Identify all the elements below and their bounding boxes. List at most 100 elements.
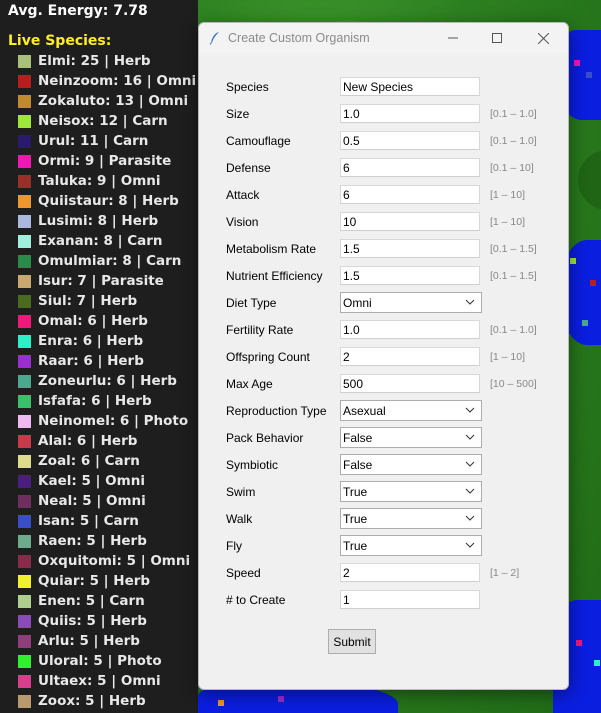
species-label: Neal: 5 | Omni bbox=[38, 493, 146, 509]
species-label: Ormi: 9 | Parasite bbox=[38, 153, 172, 169]
vision-input[interactable]: 10 bbox=[340, 212, 480, 231]
close-button[interactable] bbox=[526, 27, 560, 49]
max-age-input[interactable]: 500 bbox=[340, 374, 480, 393]
species-list-item: Zoox: 5 | Herb bbox=[18, 691, 146, 711]
vision-range-hint: [1 – 10] bbox=[490, 216, 526, 228]
dialog-titlebar[interactable]: Create Custom Organism bbox=[199, 23, 568, 54]
metabolism-rate-input[interactable]: 1.5 bbox=[340, 239, 480, 258]
species-list-item: Quiistaur: 8 | Herb bbox=[18, 191, 179, 211]
species-color-swatch bbox=[18, 94, 31, 108]
species-list-item: Elmi: 25 | Herb bbox=[18, 51, 151, 71]
fly-select-value: True bbox=[343, 539, 368, 553]
species-input[interactable]: New Species bbox=[340, 77, 480, 96]
label-metabolism-rate: Metabolism Rate bbox=[226, 242, 317, 256]
pack-behavior-select[interactable]: False bbox=[340, 427, 482, 448]
chevron-down-icon bbox=[465, 434, 475, 440]
label-reproduction-type: Reproduction Type bbox=[226, 404, 327, 418]
species-color-swatch bbox=[18, 634, 31, 648]
fertility-rate-input[interactable]: 1.0 bbox=[340, 320, 480, 339]
metabolism-rate-range-hint: [0.1 – 1.5] bbox=[490, 243, 537, 255]
species-list-item: Enra: 6 | Herb bbox=[18, 331, 143, 351]
species-label: Zoox: 5 | Herb bbox=[38, 693, 146, 709]
organism-marker bbox=[586, 72, 592, 78]
species-color-swatch bbox=[18, 214, 31, 228]
species-list-item: Omal: 6 | Herb bbox=[18, 311, 148, 331]
species-color-swatch bbox=[18, 514, 31, 528]
maximize-button[interactable] bbox=[480, 27, 514, 49]
diet-type-select[interactable]: Omni bbox=[340, 292, 482, 313]
camouflage-input[interactable]: 0.5 bbox=[340, 131, 480, 150]
species-color-swatch bbox=[18, 194, 31, 208]
attack-input[interactable]: 6 bbox=[340, 185, 480, 204]
species-label: Raen: 5 | Herb bbox=[38, 533, 147, 549]
species-color-swatch bbox=[18, 454, 31, 468]
species-list-item: Neisox: 12 | Carn bbox=[18, 111, 168, 131]
species-label: Zoneurlu: 6 | Herb bbox=[38, 373, 177, 389]
species-color-swatch bbox=[18, 694, 31, 708]
max-age-range-hint: [10 – 500] bbox=[490, 378, 537, 390]
species-color-swatch bbox=[18, 474, 31, 488]
species-label: Ultaex: 5 | Omni bbox=[38, 673, 161, 689]
species-label: Quiis: 5 | Herb bbox=[38, 613, 147, 629]
walk-select-value: True bbox=[343, 512, 368, 526]
minimize-button[interactable] bbox=[436, 27, 470, 49]
symbiotic-select[interactable]: False bbox=[340, 454, 482, 475]
label-speed: Speed bbox=[226, 566, 261, 580]
walk-select[interactable]: True bbox=[340, 508, 482, 529]
species-color-swatch bbox=[18, 314, 31, 328]
species-label: Neinomel: 6 | Photo bbox=[38, 413, 189, 429]
chevron-down-icon bbox=[465, 299, 475, 305]
species-label: Oxquitomi: 5 | Omni bbox=[38, 553, 191, 569]
species-color-swatch bbox=[18, 594, 31, 608]
species-list-item: Lusimi: 8 | Herb bbox=[18, 211, 158, 231]
label-fly: Fly bbox=[226, 539, 242, 553]
species-label: Arlu: 5 | Herb bbox=[38, 633, 140, 649]
species-label: Quiistaur: 8 | Herb bbox=[38, 193, 179, 209]
species-label: Neinzoom: 16 | Omni bbox=[38, 73, 197, 89]
species-label: Raar: 6 | Herb bbox=[38, 353, 144, 369]
species-color-swatch bbox=[18, 294, 31, 308]
minimize-icon bbox=[448, 37, 458, 39]
species-list-item: Alal: 6 | Herb bbox=[18, 431, 137, 451]
species-color-swatch bbox=[18, 334, 31, 348]
label-to-create: # to Create bbox=[226, 593, 286, 607]
species-list-item: Quiis: 5 | Herb bbox=[18, 611, 147, 631]
swim-select[interactable]: True bbox=[340, 481, 482, 502]
species-label: Siul: 7 | Herb bbox=[38, 293, 138, 309]
species-panel: Avg. Energy: 7.78 Live Species: Elmi: 25… bbox=[0, 0, 198, 713]
defense-input[interactable]: 6 bbox=[340, 158, 480, 177]
organism-marker bbox=[576, 640, 582, 646]
reproduction-type-select[interactable]: Asexual bbox=[340, 400, 482, 421]
species-color-swatch bbox=[18, 654, 31, 668]
species-list-item: Raen: 5 | Herb bbox=[18, 531, 147, 551]
label-walk: Walk bbox=[226, 512, 253, 526]
species-color-swatch bbox=[18, 414, 31, 428]
create-organism-dialog: Create Custom Organism Species New Specie… bbox=[198, 22, 569, 690]
species-label: Lusimi: 8 | Herb bbox=[38, 213, 159, 229]
label-size: Size bbox=[226, 107, 250, 121]
species-color-swatch bbox=[18, 54, 31, 68]
size-input[interactable]: 1.0 bbox=[340, 104, 480, 123]
defense-range-hint: [0.1 – 10] bbox=[490, 162, 534, 174]
organism-marker bbox=[570, 258, 576, 264]
speed-input[interactable]: 2 bbox=[340, 563, 480, 582]
species-color-swatch bbox=[18, 394, 31, 408]
live-species-title: Live Species: bbox=[8, 33, 112, 49]
species-color-swatch bbox=[18, 614, 31, 628]
chevron-down-icon bbox=[465, 515, 475, 521]
species-label: Neisox: 12 | Carn bbox=[38, 113, 168, 129]
nutrient-efficiency-range-hint: [0.1 – 1.5] bbox=[490, 270, 537, 282]
nutrient-efficiency-input[interactable]: 1.5 bbox=[340, 266, 480, 285]
offspring-count-input[interactable]: 2 bbox=[340, 347, 480, 366]
submit-button[interactable]: Submit bbox=[328, 629, 376, 654]
species-color-swatch bbox=[18, 234, 31, 248]
species-color-swatch bbox=[18, 74, 31, 88]
species-color-swatch bbox=[18, 494, 31, 508]
label-nutrient-efficiency: Nutrient Efficiency bbox=[226, 269, 323, 283]
fly-select[interactable]: True bbox=[340, 535, 482, 556]
to-create-input[interactable]: 1 bbox=[340, 590, 480, 609]
label-camouflage: Camouflage bbox=[226, 134, 291, 148]
species-list-item: Zoneurlu: 6 | Herb bbox=[18, 371, 177, 391]
species-label: Urul: 11 | Carn bbox=[38, 133, 149, 149]
label-max-age: Max Age bbox=[226, 377, 273, 391]
